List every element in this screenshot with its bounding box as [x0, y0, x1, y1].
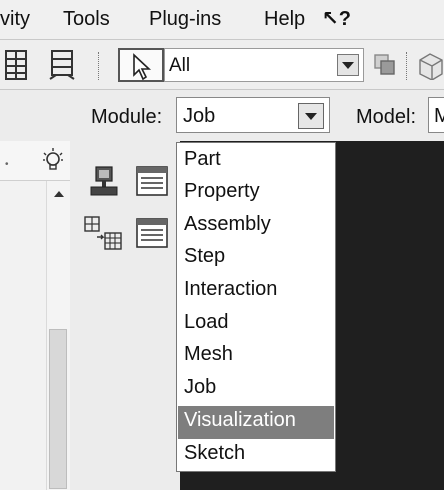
menu-help[interactable]: Help	[264, 8, 305, 31]
selection-filter-combo[interactable]: All	[164, 48, 364, 82]
scrollbar-thumb[interactable]	[49, 329, 67, 489]
module-option-sketch[interactable]: Sketch	[178, 439, 334, 472]
app-window: vity Tools Plug-ins Help ↖? All Module: …	[0, 0, 444, 490]
module-value: Job	[183, 105, 216, 127]
module-option-interaction[interactable]: Interaction	[178, 275, 334, 308]
selection-filter-value: All	[169, 55, 191, 76]
model-tree-panel: •	[0, 141, 70, 490]
context-help-button[interactable]: ↖?	[322, 6, 351, 31]
module-option-load[interactable]: Load	[178, 308, 334, 341]
toolbar-separator	[98, 52, 100, 80]
module-option-visualization[interactable]: Visualization	[178, 406, 334, 439]
job-submit-icon[interactable]	[87, 165, 121, 199]
module-option-step[interactable]: Step	[178, 242, 334, 275]
toolbar: All	[0, 40, 444, 90]
menu-bar: vity Tools Plug-ins Help ↖?	[0, 0, 444, 40]
menu-tools[interactable]: Tools	[63, 8, 110, 31]
chevron-down-icon	[305, 113, 317, 120]
module-option-assembly[interactable]: Assembly	[178, 210, 334, 243]
tree-scrollbar[interactable]	[46, 181, 70, 490]
chevron-down-icon	[342, 62, 354, 69]
grid-list-icon[interactable]	[4, 49, 28, 81]
mesh-grid-icon[interactable]	[48, 49, 76, 81]
lightbulb-icon[interactable]	[42, 147, 64, 175]
module-option-property[interactable]: Property	[178, 177, 334, 210]
menu-activity[interactable]: vity	[0, 8, 30, 31]
module-dropdown-list: Part Property Assembly Step Interaction …	[176, 142, 336, 472]
module-combo[interactable]: Job	[176, 97, 330, 133]
toolbar-separator	[406, 52, 408, 80]
tree-panel-header: •	[0, 141, 70, 181]
model-combo[interactable]: M	[428, 97, 444, 133]
module-option-mesh[interactable]: Mesh	[178, 340, 334, 373]
toolbox-column	[71, 141, 179, 490]
model-label: Model:	[356, 106, 417, 128]
job-manager-icon[interactable]	[135, 165, 169, 197]
selection-filter-dropdown-button[interactable]	[337, 54, 359, 76]
select-pointer-button[interactable]	[118, 48, 164, 82]
module-label: Module:	[91, 106, 163, 128]
module-option-job[interactable]: Job	[178, 373, 334, 406]
module-dropdown-button[interactable]	[298, 103, 324, 129]
scroll-up-arrow-icon[interactable]	[54, 191, 64, 197]
adaptivity-manager-icon[interactable]	[135, 217, 169, 249]
copy-view-icon[interactable]	[372, 52, 398, 78]
panel-resize-dot-icon: •	[5, 159, 9, 170]
menu-plugins[interactable]: Plug-ins	[149, 8, 221, 31]
context-bar: Module: Job Model: M	[0, 91, 444, 141]
module-option-part[interactable]: Part	[178, 145, 334, 178]
adaptivity-mesh-icon[interactable]	[83, 215, 123, 251]
cube-view-icon[interactable]	[414, 50, 444, 80]
model-value: M	[434, 105, 444, 127]
arrow-pointer-icon	[133, 53, 152, 81]
